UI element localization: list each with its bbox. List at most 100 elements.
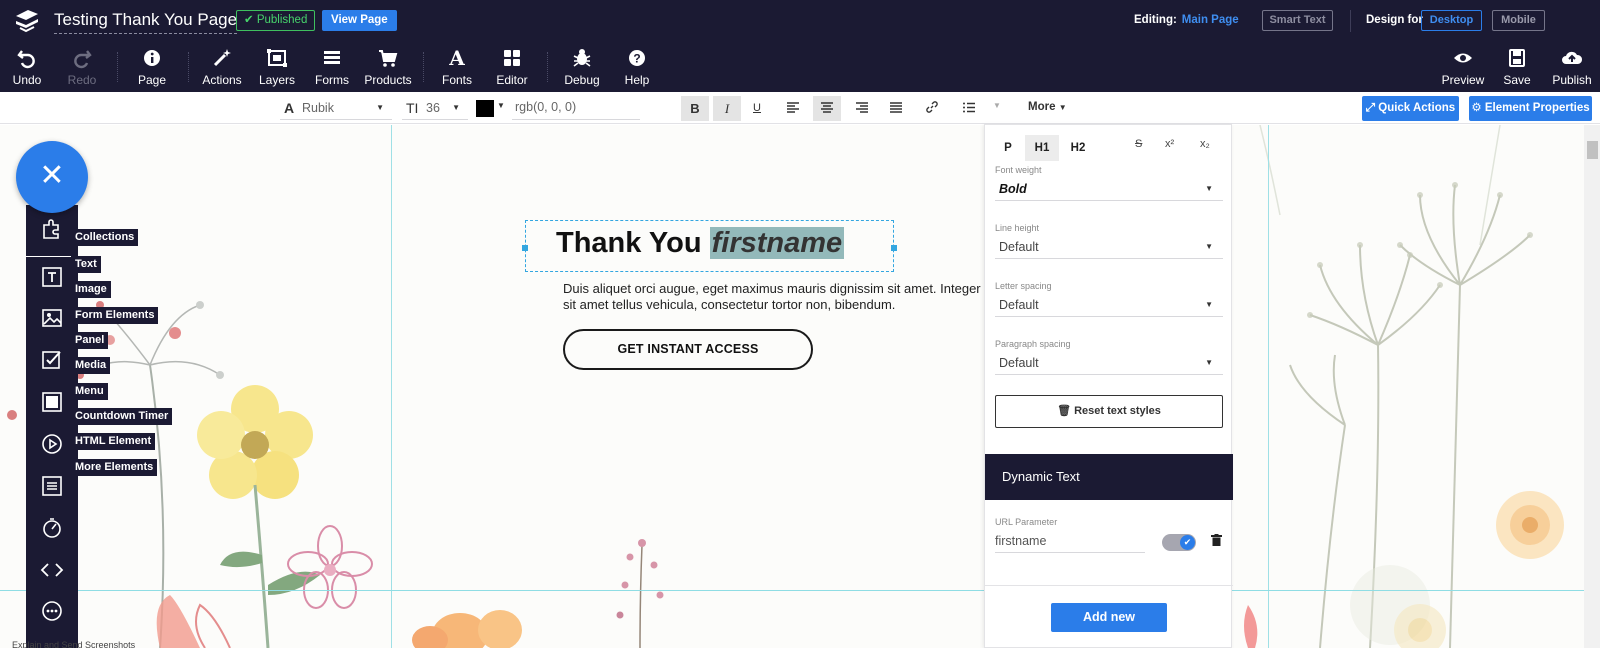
tab-paragraph[interactable]: P bbox=[991, 135, 1025, 161]
font-size-value: 36 bbox=[426, 101, 440, 115]
editor-button[interactable]: Editor bbox=[480, 47, 544, 87]
countdown-timer-element[interactable] bbox=[26, 517, 78, 544]
strikethrough-button[interactable]: S bbox=[1135, 138, 1142, 150]
divider bbox=[188, 52, 189, 82]
align-right-button[interactable] bbox=[848, 96, 876, 121]
caret-down-icon: ▼ bbox=[1058, 103, 1067, 112]
gear-icon: ⚙ bbox=[1471, 102, 1482, 114]
tooltip-media: Media bbox=[71, 357, 111, 374]
add-new-button[interactable]: Add new bbox=[1051, 603, 1167, 632]
font-weight-select[interactable]: Bold ▼ bbox=[995, 177, 1223, 201]
scrollbar-thumb[interactable] bbox=[1587, 141, 1598, 159]
help-icon: ? bbox=[629, 50, 645, 66]
url-parameter-input[interactable]: firstname bbox=[995, 529, 1145, 553]
font-family-select[interactable]: A Rubik ▼ bbox=[280, 96, 392, 120]
chevron-down-icon[interactable]: ▼ bbox=[993, 101, 1001, 110]
color-input[interactable]: rgb(0, 0, 0) bbox=[512, 96, 640, 120]
close-elements-button[interactable]: ✕ bbox=[16, 141, 88, 213]
tooltip-menu: Menu bbox=[71, 383, 108, 400]
publish-button[interactable]: Publish bbox=[1540, 47, 1600, 87]
subscript-button[interactable]: x₂ bbox=[1200, 138, 1210, 150]
chevron-down-icon: ▼ bbox=[1205, 242, 1213, 251]
divider bbox=[423, 52, 424, 82]
image-icon bbox=[42, 309, 62, 327]
smart-text-button[interactable]: Smart Text bbox=[1262, 10, 1333, 31]
mobile-button[interactable]: Mobile bbox=[1492, 10, 1545, 31]
superscript-button[interactable]: x² bbox=[1165, 138, 1174, 150]
html-element[interactable] bbox=[26, 559, 78, 586]
letter-spacing-label: Letter spacing bbox=[995, 281, 1052, 291]
tooltip-html-element: HTML Element bbox=[71, 433, 156, 450]
desktop-button[interactable]: Desktop bbox=[1421, 10, 1482, 31]
paragraph-spacing-select[interactable]: Default ▼ bbox=[995, 351, 1223, 375]
dynamic-text-toggle[interactable]: ✔ bbox=[1162, 534, 1196, 551]
heading-static-text: Thank You bbox=[556, 227, 710, 259]
element-properties-button[interactable]: ⚙ Element Properties bbox=[1469, 96, 1592, 121]
reset-label: Reset text styles bbox=[1074, 405, 1161, 417]
forms-button[interactable]: Forms bbox=[300, 47, 364, 87]
undo-label: Undo bbox=[12, 73, 42, 87]
quick-actions-button[interactable]: ⤢ Quick Actions bbox=[1362, 96, 1459, 121]
more-elements-element[interactable] bbox=[26, 600, 78, 627]
page-title[interactable]: Testing Thank You Page bbox=[54, 10, 238, 34]
justify-icon bbox=[890, 102, 902, 113]
heading-text[interactable]: Thank You firstname bbox=[556, 227, 845, 260]
view-page-button[interactable]: View Page bbox=[322, 10, 397, 31]
line-height-select[interactable]: Default ▼ bbox=[995, 235, 1223, 259]
bold-button[interactable]: B bbox=[681, 96, 709, 121]
products-button[interactable]: Products bbox=[356, 47, 420, 87]
align-left-button[interactable] bbox=[779, 96, 807, 121]
logo-icon[interactable] bbox=[14, 8, 40, 34]
resize-handle[interactable] bbox=[891, 245, 897, 251]
font-size-select[interactable]: TI 36 ▼ bbox=[402, 96, 468, 120]
link-button[interactable] bbox=[918, 96, 946, 121]
color-swatch[interactable] bbox=[476, 100, 494, 117]
bottom-hint[interactable]: Explain and Send Screenshots bbox=[12, 640, 135, 648]
bug-icon bbox=[573, 49, 591, 67]
italic-button[interactable]: I bbox=[713, 96, 741, 121]
page-button[interactable]: Page bbox=[120, 47, 184, 87]
panel-icon bbox=[42, 392, 62, 412]
fonts-label: Fonts bbox=[441, 73, 472, 87]
list-button[interactable] bbox=[955, 96, 983, 121]
line-height-label: Line height bbox=[995, 223, 1040, 233]
align-center-button[interactable] bbox=[813, 96, 841, 121]
menu-icon bbox=[42, 476, 62, 496]
help-button[interactable]: ? Help bbox=[605, 47, 669, 87]
timer-icon bbox=[43, 518, 61, 538]
delete-parameter-icon[interactable] bbox=[1211, 534, 1222, 549]
divider bbox=[985, 585, 1233, 586]
editor-canvas[interactable]: Thank You firstname Duis aliquet orci au… bbox=[0, 125, 1600, 648]
scrollbar[interactable] bbox=[1584, 125, 1600, 648]
expand-icon: ⤢ bbox=[1365, 102, 1376, 114]
info-icon bbox=[144, 50, 160, 66]
get-instant-access-button[interactable]: GET INSTANT ACCESS bbox=[563, 329, 813, 370]
save-label: Save bbox=[1503, 73, 1531, 87]
check-icon: ✔ bbox=[1180, 535, 1195, 550]
tab-h2[interactable]: H2 bbox=[1061, 135, 1095, 161]
layers-label: Layers bbox=[258, 73, 296, 87]
tab-h1[interactable]: H1 bbox=[1025, 135, 1059, 161]
body-paragraph[interactable]: Duis aliquet orci augue, eget maximus ma… bbox=[563, 281, 983, 313]
more-icon bbox=[42, 601, 62, 621]
redo-button[interactable]: Redo bbox=[50, 47, 114, 87]
divider bbox=[547, 52, 548, 82]
forms-label: Forms bbox=[315, 73, 349, 87]
more-dropdown[interactable]: More ▼ bbox=[1028, 101, 1067, 113]
list-icon bbox=[324, 51, 340, 64]
main-toolbar: Undo Redo Page Actions Layers Forms Prod… bbox=[0, 42, 1600, 92]
underline-button[interactable]: U bbox=[743, 96, 771, 121]
help-label: Help bbox=[624, 73, 650, 87]
editing-page-link[interactable]: Main Page bbox=[1182, 14, 1239, 26]
paragraph-line: sit amet tellus vehicula, consectetur to… bbox=[563, 297, 896, 312]
dynamic-text-token[interactable]: firstname bbox=[709, 227, 845, 259]
reset-text-styles-button[interactable]: 🗑 Reset text styles bbox=[995, 395, 1223, 428]
published-badge: ✔ Published bbox=[236, 10, 316, 31]
letter-spacing-select[interactable]: Default ▼ bbox=[995, 293, 1223, 317]
actions-label: Actions bbox=[202, 73, 242, 87]
menu-element[interactable] bbox=[26, 475, 78, 502]
resize-handle[interactable] bbox=[522, 245, 528, 251]
justify-button[interactable] bbox=[882, 96, 910, 121]
eye-icon bbox=[1454, 53, 1472, 63]
chevron-down-icon[interactable]: ▼ bbox=[497, 101, 505, 110]
